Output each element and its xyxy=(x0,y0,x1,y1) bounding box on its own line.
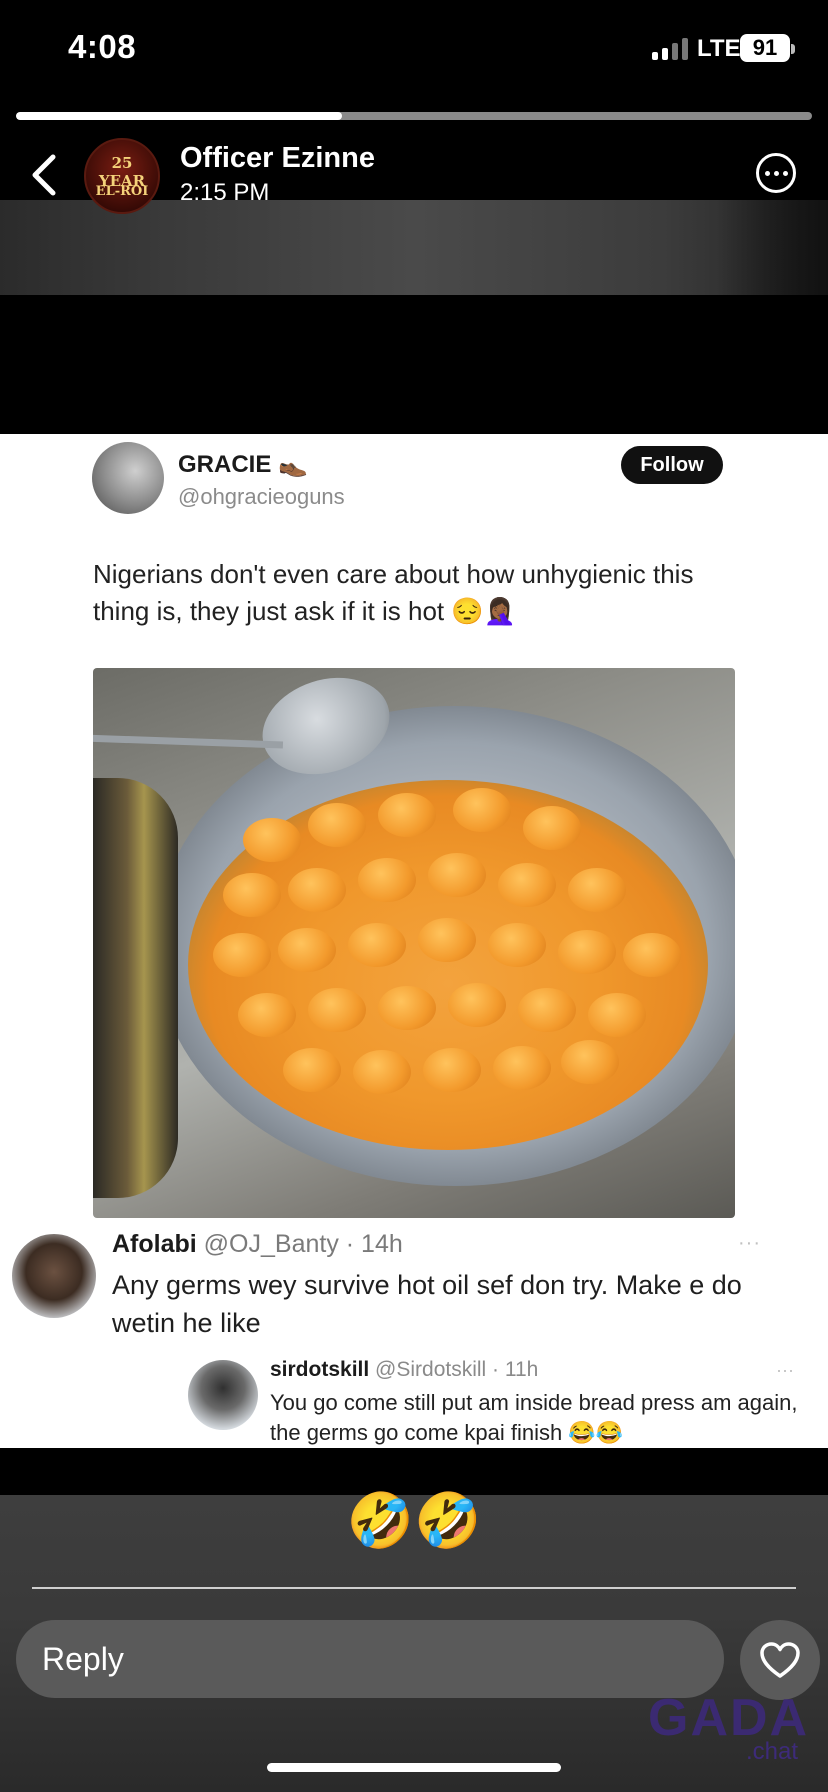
user-avatar[interactable]: 25 YEAR EL-ROI xyxy=(84,138,160,214)
comment-header: Afolabi @OJ_Banty · 14h xyxy=(112,1230,403,1259)
avatar-text-bottom: EL-ROI xyxy=(95,184,149,199)
story-progress-fill xyxy=(16,112,343,120)
back-button[interactable] xyxy=(24,150,64,200)
tweet-author-name: GRACIE 👞 xyxy=(178,451,308,478)
more-options-button[interactable] xyxy=(756,153,796,193)
watermark-domain: .chat xyxy=(746,1738,799,1765)
reply-text: You go come still put am inside bread pr… xyxy=(270,1390,798,1445)
follow-button: Follow xyxy=(621,446,723,484)
chevron-left-icon xyxy=(32,154,56,196)
cellular-signal-icon xyxy=(652,38,688,60)
status-time: 4:08 xyxy=(68,28,137,65)
blurred-background xyxy=(0,200,828,295)
reply-more-icon: ··· xyxy=(776,1360,794,1380)
ellipsis-circle-icon xyxy=(764,170,770,176)
home-indicator[interactable] xyxy=(267,1763,561,1772)
reply-author-name: sirdotskill xyxy=(270,1358,370,1381)
food-photo xyxy=(93,668,735,1218)
reply-handle-time: @Sirdotskill · 11h xyxy=(375,1358,539,1381)
reply-input[interactable]: Reply xyxy=(16,1620,724,1698)
user-name[interactable]: Officer Ezinne xyxy=(180,142,375,175)
comment-text: Any germs wey survive hot oil sef don tr… xyxy=(112,1270,742,1338)
caption-divider xyxy=(32,1587,796,1589)
tweet-author-avatar xyxy=(92,442,164,514)
reply-header: sirdotskill @Sirdotskill · 11h xyxy=(270,1358,538,1382)
reply-avatar xyxy=(188,1360,258,1430)
tweet-text: Nigerians don't even care about how unhy… xyxy=(93,559,694,626)
battery-level: 91 xyxy=(740,34,790,62)
tweet-author-handle: @ohgracieoguns xyxy=(178,484,345,509)
battery-tip-icon xyxy=(791,44,795,54)
comment-author-name: Afolabi xyxy=(112,1230,197,1258)
network-type: LTE xyxy=(697,35,741,62)
comment-handle-time: @OJ_Banty · 14h xyxy=(203,1230,403,1258)
post-time: 2:15 PM xyxy=(180,179,270,206)
story-progress-bar xyxy=(16,112,812,120)
comment-more-icon: ··· xyxy=(738,1232,761,1254)
story-caption: 🤣🤣 xyxy=(346,1491,482,1551)
comment-avatar xyxy=(12,1234,96,1318)
heart-icon xyxy=(760,1642,800,1678)
ladle xyxy=(93,778,178,1198)
